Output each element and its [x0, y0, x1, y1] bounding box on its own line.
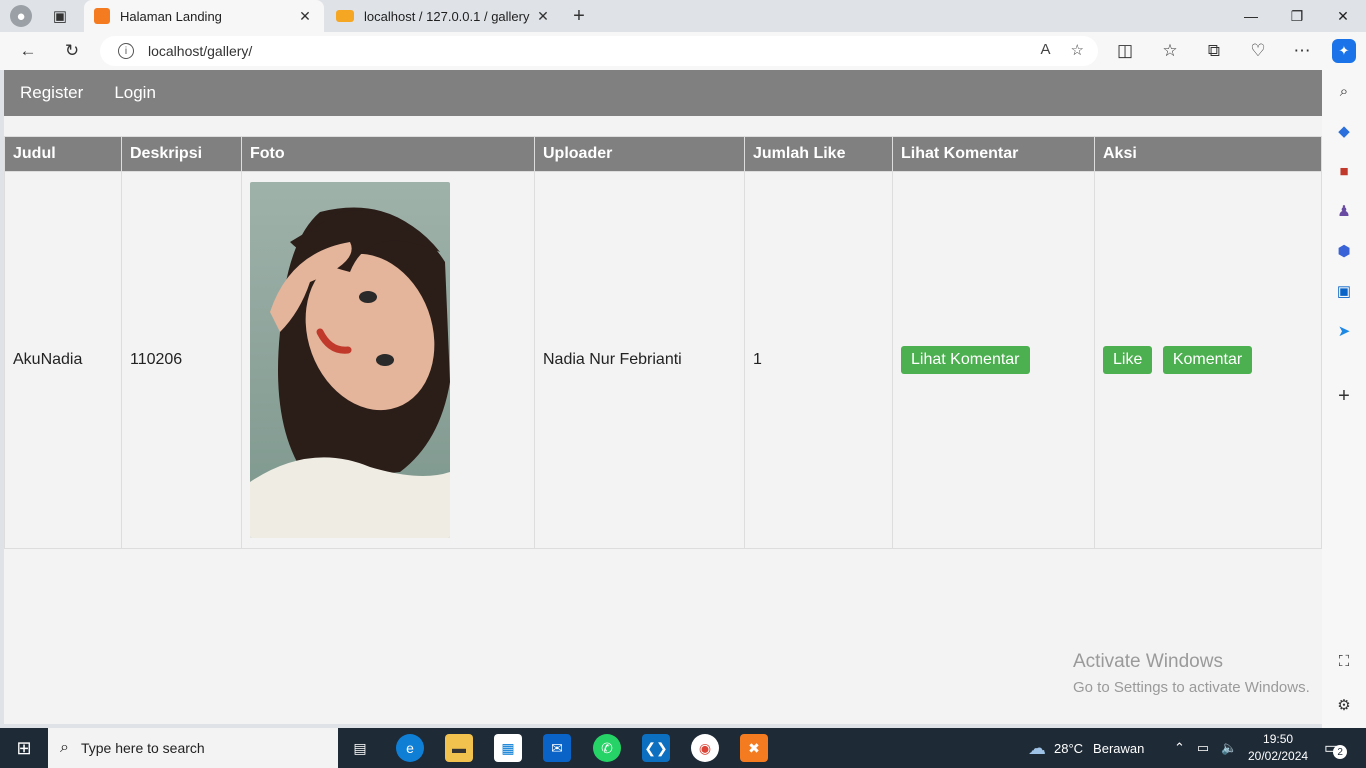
komentar-button[interactable]: Komentar: [1162, 346, 1253, 374]
notifications-button[interactable]: ▭ 2: [1324, 728, 1348, 768]
header-foto: Foto: [241, 136, 535, 172]
system-tray: ⌃ ▭ 🔈: [1174, 728, 1237, 768]
whatsapp-icon[interactable]: ✆: [593, 734, 621, 762]
weather-widget[interactable]: ☁ 28°C Berawan: [1028, 728, 1144, 768]
restore-icon[interactable]: ❐: [1274, 0, 1320, 32]
refresh-icon[interactable]: ↻: [60, 39, 84, 63]
notification-count: 2: [1333, 745, 1348, 759]
clock[interactable]: 19:50 20/02/2024: [1248, 728, 1308, 768]
cell-foto: [241, 171, 535, 549]
watermark-title: Activate Windows: [1073, 651, 1223, 672]
profile-avatar-icon[interactable]: ●: [10, 5, 32, 27]
taskbar-search[interactable]: ⌕ Type here to search: [48, 728, 338, 768]
browser-toolbar: ← ↻ i localhost/gallery/ A ☆ ◫ ☆ ⧉ ♡ ⋯ ✦: [0, 32, 1366, 70]
phpmyadmin-favicon-icon: [336, 10, 354, 22]
header-uploader: Uploader: [534, 136, 745, 172]
mail-app-icon[interactable]: ✉: [543, 734, 571, 762]
windows-taskbar: ⊞ ⌕ Type here to search ▤ e ▬ ▦ ✉ ✆ ❮❯ ◉…: [0, 728, 1366, 768]
vscode-icon[interactable]: ❮❯: [642, 734, 670, 762]
watermark-subtitle: Go to Settings to activate Windows.: [1073, 679, 1310, 696]
show-hidden-icons-icon[interactable]: ⌃: [1174, 740, 1185, 756]
sidebar-tools-icon[interactable]: ■: [1333, 160, 1355, 182]
gallery-photo: [250, 182, 450, 538]
network-icon[interactable]: ▭: [1197, 740, 1209, 756]
file-explorer-icon[interactable]: ▬: [445, 734, 473, 762]
volume-icon[interactable]: 🔈: [1221, 740, 1237, 756]
lihat-komentar-button[interactable]: Lihat Komentar: [901, 346, 1030, 374]
favorite-star-icon[interactable]: ☆: [1071, 41, 1084, 59]
browser-essentials-icon[interactable]: ♡: [1246, 39, 1270, 63]
new-tab-icon[interactable]: +: [568, 5, 590, 27]
weather-desc: Berawan: [1093, 740, 1145, 756]
sidebar-shopping-icon[interactable]: ◆: [1333, 120, 1355, 142]
url-text: localhost/gallery/: [148, 43, 253, 59]
login-link[interactable]: Login: [114, 83, 156, 103]
page-viewport: Register Login Judul Deskripsi Foto Uplo…: [4, 70, 1322, 724]
clock-time: 19:50: [1263, 732, 1294, 746]
activate-windows-watermark: Activate Windows Go to Settings to activ…: [1073, 651, 1310, 696]
table-row: AkuNadia 110206 Nadia Nur Febrianti 1 Li…: [4, 171, 1322, 549]
tab-title: localhost / 127.0.0.1 / gallery | ph: [364, 8, 534, 24]
cell-jumlah-like: 1: [744, 171, 893, 549]
weather-temp: 28°C: [1054, 740, 1084, 756]
table-header-row: Judul Deskripsi Foto Uploader Jumlah Lik…: [4, 136, 1322, 172]
sidebar-screenshot-icon[interactable]: ⛶: [1333, 650, 1355, 672]
address-bar[interactable]: i localhost/gallery/ A ☆: [100, 36, 1098, 66]
copilot-icon[interactable]: ✦: [1332, 39, 1356, 63]
top-navbar: Register Login: [4, 70, 1322, 116]
collections-icon[interactable]: ⧉: [1202, 39, 1226, 63]
chrome-icon[interactable]: ◉: [691, 734, 719, 762]
xampp-favicon-icon: [94, 8, 110, 24]
sidebar-games-icon[interactable]: ♟: [1333, 200, 1355, 222]
tab-title: Halaman Landing: [120, 8, 222, 24]
register-link[interactable]: Register: [20, 83, 83, 103]
gallery-table: Judul Deskripsi Foto Uploader Jumlah Lik…: [4, 136, 1322, 549]
search-icon: ⌕: [60, 739, 69, 756]
tab-actions-icon[interactable]: ▣: [49, 5, 71, 27]
start-windows-icon[interactable]: ⊞: [10, 734, 38, 762]
task-view-icon[interactable]: ▤: [346, 734, 374, 762]
cell-judul: AkuNadia: [4, 171, 122, 549]
cell-lihat-komentar: Lihat Komentar: [892, 171, 1095, 549]
sidebar-office-icon[interactable]: ⬢: [1333, 240, 1355, 262]
microsoft-store-icon[interactable]: ▦: [494, 734, 522, 762]
cell-uploader: Nadia Nur Febrianti: [534, 171, 745, 549]
browser-tabstrip: ● ▣ Halaman Landing ✕ localhost / 127.0.…: [0, 0, 1366, 32]
minimize-icon[interactable]: —: [1228, 0, 1274, 32]
split-screen-icon[interactable]: ◫: [1113, 39, 1137, 63]
close-tab-icon[interactable]: ✕: [534, 8, 552, 25]
header-jumlah-like: Jumlah Like: [744, 136, 893, 172]
header-deskripsi: Deskripsi: [121, 136, 242, 172]
header-judul: Judul: [4, 136, 122, 172]
favorites-icon[interactable]: ☆: [1158, 39, 1182, 63]
close-window-icon[interactable]: ✕: [1320, 0, 1366, 32]
xampp-icon[interactable]: ✖: [740, 734, 768, 762]
read-aloud-icon[interactable]: A: [1041, 41, 1051, 59]
clock-date: 20/02/2024: [1248, 749, 1309, 763]
like-button[interactable]: Like: [1103, 346, 1153, 374]
header-lihat-komentar: Lihat Komentar: [892, 136, 1095, 172]
tab-halaman-landing[interactable]: Halaman Landing ✕: [84, 0, 324, 32]
cell-deskripsi: 110206: [121, 171, 242, 549]
sidebar-settings-icon[interactable]: ⚙: [1333, 694, 1355, 716]
close-tab-icon[interactable]: ✕: [296, 8, 314, 25]
edge-app-icon[interactable]: e: [396, 734, 424, 762]
header-aksi: Aksi: [1094, 136, 1322, 172]
tab-phpmyadmin[interactable]: localhost / 127.0.0.1 / gallery | ph ✕: [328, 0, 560, 32]
cloudy-weather-icon: ☁: [1028, 737, 1046, 758]
search-placeholder: Type here to search: [80, 740, 205, 756]
more-menu-icon[interactable]: ⋯: [1290, 39, 1314, 63]
cell-aksi: Like Komentar: [1094, 171, 1322, 549]
site-info-icon[interactable]: i: [118, 43, 134, 59]
back-icon[interactable]: ←: [16, 39, 40, 63]
sidebar-outlook-icon[interactable]: ▣: [1333, 280, 1355, 302]
sidebar-drop-icon[interactable]: ➤: [1333, 320, 1355, 342]
sidebar-add-icon[interactable]: +: [1333, 385, 1355, 407]
edge-sidebar: ⌕ ◆ ■ ♟ ⬢ ▣ ➤ + ⛶ ⚙: [1322, 70, 1366, 728]
sidebar-search-icon[interactable]: ⌕: [1333, 80, 1355, 102]
